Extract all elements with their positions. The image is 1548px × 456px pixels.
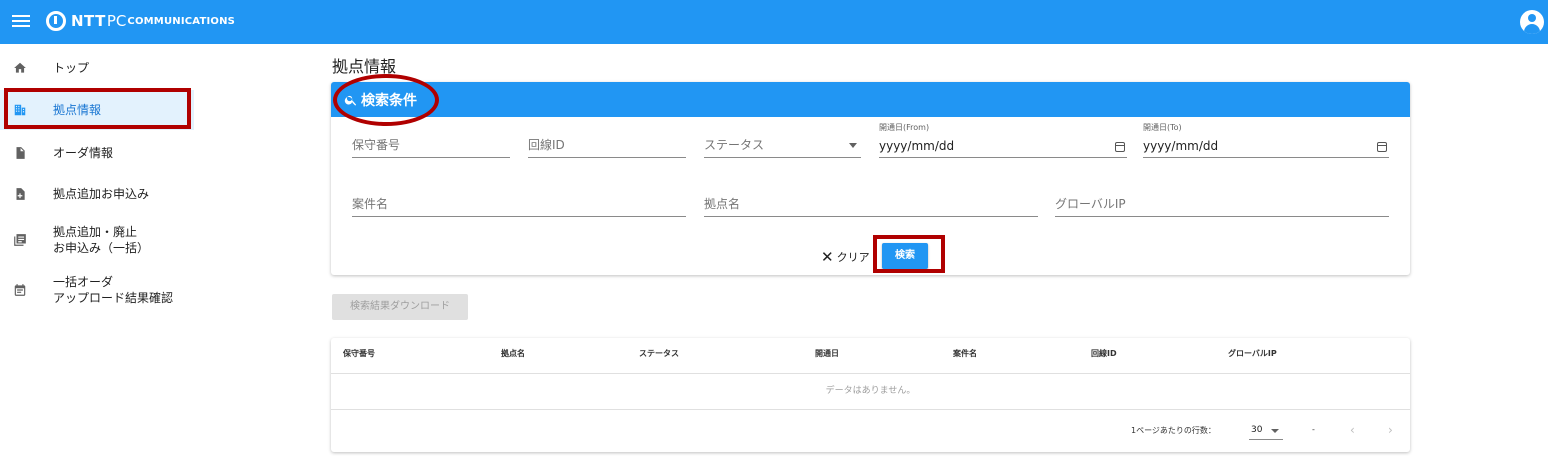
column-header[interactable]: 回線ID bbox=[1091, 348, 1117, 359]
sidebar-item-sites[interactable]: 拠点情報 bbox=[0, 90, 194, 130]
global-ip-placeholder: グローバルIP bbox=[1055, 197, 1126, 211]
column-header[interactable]: グローバルIP bbox=[1228, 348, 1277, 359]
column-header[interactable]: 開通日 bbox=[815, 348, 839, 359]
sidebar-item-label: 拠点追加・廃止 お申込み（一括） bbox=[53, 225, 150, 255]
document-icon bbox=[16, 147, 25, 159]
clear-button-label: クリア bbox=[836, 251, 870, 264]
sidebar-item-label: オーダ情報 bbox=[53, 146, 114, 160]
chevron-down-icon bbox=[849, 143, 857, 148]
sidebar-item-bulk-apply[interactable]: 拠点追加・廃止 お申込み（一括） bbox=[0, 220, 194, 260]
download-results-button[interactable]: 検索結果ダウンロード bbox=[332, 294, 468, 320]
search-card-title: 検索条件 bbox=[361, 93, 417, 109]
library-icon bbox=[14, 234, 26, 246]
chevron-left-icon[interactable]: ‹ bbox=[1350, 423, 1355, 437]
maintenance-no-input[interactable]: 保守番号 bbox=[352, 136, 510, 158]
search-card: 検索条件 bbox=[331, 82, 1410, 275]
line-id-input[interactable]: 回線ID bbox=[528, 136, 686, 158]
menu-icon[interactable] bbox=[12, 12, 30, 32]
search-button[interactable]: 検索 bbox=[882, 243, 928, 269]
sidebar-item-label: 拠点情報 bbox=[53, 103, 102, 117]
sidebar-item-label: トップ bbox=[53, 61, 90, 75]
home-icon bbox=[14, 62, 26, 73]
logo-ntt: NTT bbox=[71, 12, 106, 30]
search-card-header: 検索条件 bbox=[331, 82, 1410, 117]
sidebar-item-orders[interactable]: オーダ情報 bbox=[0, 141, 194, 165]
app-bar: NTT PC COMMUNICATIONS bbox=[0, 0, 1548, 44]
divider bbox=[331, 409, 1410, 410]
maintenance-no-placeholder: 保守番号 bbox=[352, 138, 401, 152]
building-icon bbox=[14, 104, 26, 116]
rows-per-page-value: 30 bbox=[1251, 425, 1263, 435]
chevron-right-icon[interactable]: › bbox=[1388, 423, 1393, 437]
close-icon: ✕ bbox=[821, 248, 834, 266]
site-name-placeholder: 拠点名 bbox=[704, 197, 741, 211]
open-date-to-value: yyyy/mm/dd bbox=[1143, 139, 1219, 153]
column-header[interactable]: ステータス bbox=[639, 348, 679, 359]
no-data-message: データはありません。 bbox=[825, 386, 916, 396]
open-date-from-label: 開通日(From) bbox=[879, 123, 930, 132]
page-title: 拠点情報 bbox=[332, 57, 397, 76]
search-icon bbox=[344, 95, 357, 106]
sidebar-item-label: 一括オーダ アップロード結果確認 bbox=[53, 275, 174, 305]
rows-per-page-label: 1ページあたりの行数： bbox=[1131, 426, 1216, 435]
case-name-input[interactable]: 案件名 bbox=[352, 195, 686, 217]
calendar-list-icon bbox=[14, 284, 26, 296]
open-date-to-input[interactable]: 開通日(To) yyyy/mm/dd bbox=[1143, 123, 1389, 158]
sidebar-item-label: 拠点追加お申込み bbox=[53, 187, 150, 201]
calendar-icon[interactable] bbox=[1377, 142, 1387, 152]
column-header[interactable]: 保守番号 bbox=[343, 348, 375, 359]
divider bbox=[331, 373, 1410, 374]
results-table: 保守番号 拠点名 ステータス 開通日 案件名 回線ID グローバルIP データは… bbox=[331, 338, 1410, 452]
logo-pc: PC bbox=[106, 12, 127, 30]
account-icon[interactable] bbox=[1520, 10, 1544, 34]
column-header[interactable]: 案件名 bbox=[953, 348, 977, 359]
status-select[interactable]: ステータス bbox=[704, 136, 861, 158]
clear-button[interactable]: ✕ クリア bbox=[821, 249, 870, 265]
calendar-icon[interactable] bbox=[1115, 142, 1125, 152]
sidebar-item-top[interactable]: トップ bbox=[0, 56, 194, 80]
rows-per-page-select[interactable]: 30 bbox=[1249, 420, 1283, 440]
open-date-to-label: 開通日(To) bbox=[1143, 123, 1182, 132]
case-name-placeholder: 案件名 bbox=[352, 197, 389, 211]
sidebar-item-upload-results[interactable]: 一括オーダ アップロード結果確認 bbox=[0, 270, 194, 310]
open-date-from-input[interactable]: 開通日(From) yyyy/mm/dd bbox=[879, 123, 1127, 158]
logo-mark-icon bbox=[46, 11, 66, 31]
site-name-input[interactable]: 拠点名 bbox=[704, 195, 1038, 217]
open-date-from-value: yyyy/mm/dd bbox=[879, 139, 955, 153]
column-header[interactable]: 拠点名 bbox=[501, 348, 525, 359]
line-id-placeholder: 回線ID bbox=[528, 138, 565, 152]
sidebar: トップ 拠点情報 オーダ情報 拠点追加お申込み 拠点追加・廃止 お申込み（一括）… bbox=[0, 44, 200, 456]
add-document-icon bbox=[16, 188, 25, 200]
global-ip-input[interactable]: グローバルIP bbox=[1055, 195, 1389, 217]
chevron-down-icon bbox=[1271, 429, 1279, 433]
logo-communications: COMMUNICATIONS bbox=[127, 15, 236, 27]
sidebar-item-add-site[interactable]: 拠点追加お申込み bbox=[0, 182, 194, 206]
logo[interactable]: NTT PC COMMUNICATIONS bbox=[46, 10, 235, 32]
status-placeholder: ステータス bbox=[704, 138, 765, 152]
page-range: - bbox=[1312, 425, 1315, 434]
